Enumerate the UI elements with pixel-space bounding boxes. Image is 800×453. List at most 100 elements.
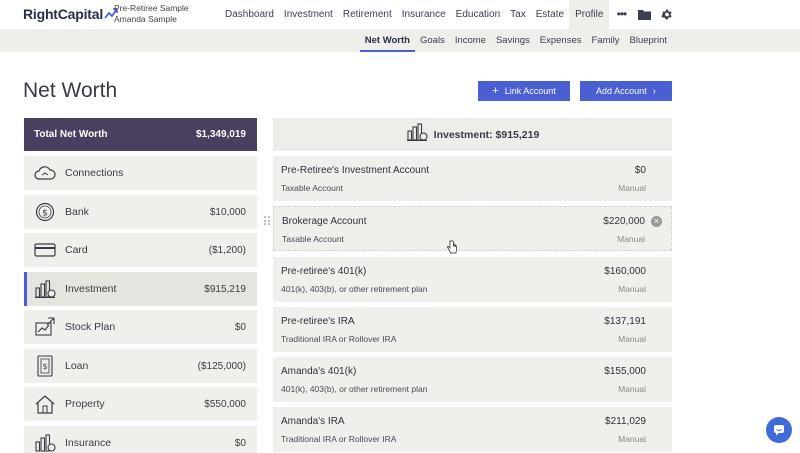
account-value: $137,191 (604, 316, 646, 327)
account-value: $0 (634, 165, 646, 176)
category-amount: ($1,200) (208, 244, 246, 256)
category-amount: $0 (234, 437, 246, 449)
dollar-coin-icon: $ (34, 201, 56, 223)
cloud-icon (34, 162, 56, 184)
category-connections[interactable]: Connections (24, 156, 257, 190)
total-net-worth-bar: Total Net Worth $1,349,019 (24, 118, 257, 151)
account-card[interactable]: Amanda's 401(k) 401(k), 403(b), or other… (273, 357, 672, 402)
account-type: Taxable Account (281, 183, 343, 193)
category-name: Loan (65, 360, 89, 372)
account-name: Brokerage Account (282, 216, 367, 227)
category-insurance[interactable]: Insurance $0 (24, 426, 257, 453)
account-value: $220,000 (603, 216, 645, 227)
category-loan[interactable]: $ Loan ($125,000) (24, 349, 257, 383)
insurance-icon (34, 432, 56, 453)
rightcapital-logo[interactable]: RightCapital (23, 6, 118, 22)
category-name: Insurance (65, 437, 112, 449)
category-amount: $550,000 (204, 398, 246, 410)
folder-icon (637, 10, 651, 20)
account-type: Traditional IRA or Rollover IRA (281, 434, 397, 444)
nav-retirement[interactable]: Retirement (338, 0, 397, 29)
account-source: Manual (618, 384, 646, 394)
nav-dashboard[interactable]: Dashboard (220, 0, 279, 29)
folder-button[interactable] (633, 0, 655, 29)
category-name: Bank (65, 206, 89, 218)
category-property[interactable]: Property $550,000 (24, 387, 257, 421)
nav-estate[interactable]: Estate (531, 0, 569, 29)
chevron-right-icon: › (652, 85, 656, 97)
category-amount: $0 (234, 321, 246, 333)
nav-tax[interactable]: Tax (505, 0, 531, 29)
account-card[interactable]: Pre-Retiree's Investment Account Taxable… (273, 156, 672, 201)
category-name: Connections (65, 167, 124, 179)
profile-subnav: Net Worth Goals Income Savings Expenses … (0, 29, 800, 52)
account-name: Amanda's 401(k) (281, 366, 357, 377)
account-source: Manual (618, 434, 646, 444)
category-card[interactable]: Card ($1,200) (24, 233, 257, 267)
investment-section-header: Investment: $915,219 (273, 118, 672, 151)
account-value: $155,000 (604, 366, 646, 377)
client-primary-name: Pre-Retiree Sample (114, 3, 189, 13)
category-bank[interactable]: $ Bank $10,000 (24, 195, 257, 229)
chat-support-button[interactable] (766, 417, 792, 443)
account-name: Pre-retiree's 401(k) (281, 266, 367, 277)
client-selector[interactable]: Pre-Retiree Sample Amanda Sample (114, 3, 189, 25)
tab-expenses[interactable]: Expenses (535, 29, 587, 52)
tab-savings[interactable]: Savings (491, 29, 535, 52)
category-name: Property (65, 398, 105, 410)
more-menu-button[interactable]: ••• (609, 0, 633, 29)
category-stock-plan[interactable]: Stock Plan $0 (24, 310, 257, 344)
tab-goals[interactable]: Goals (415, 29, 450, 52)
chat-bubble-icon (774, 425, 784, 436)
account-card[interactable]: Pre-retiree's 401(k) 401(k), 403(b), or … (273, 257, 672, 302)
remove-account-icon[interactable]: × (651, 216, 662, 227)
category-investment[interactable]: Investment $915,219 (24, 272, 257, 306)
investment-bars-icon (34, 278, 56, 300)
account-value: $160,000 (604, 266, 646, 277)
account-source: Manual (618, 284, 646, 294)
total-net-worth-value: $1,349,019 (195, 129, 246, 140)
total-net-worth-label: Total Net Worth (34, 129, 108, 140)
add-account-button[interactable]: Add Account › (580, 81, 672, 101)
plus-icon: + (492, 85, 499, 97)
tab-net-worth[interactable]: Net Worth (359, 29, 415, 52)
nav-investment[interactable]: Investment (279, 0, 338, 29)
account-card[interactable]: Amanda's IRA Traditional IRA or Rollover… (273, 407, 672, 452)
account-name: Pre-Retiree's Investment Account (281, 165, 430, 176)
svg-text:$: $ (42, 209, 48, 219)
page-title: Net Worth (23, 79, 118, 102)
drag-handle[interactable] (264, 216, 270, 226)
add-account-label: Add Account (596, 86, 647, 96)
main-nav: Dashboard Investment Retirement Insuranc… (220, 0, 677, 29)
account-name: Amanda's IRA (281, 416, 345, 427)
category-name: Investment (65, 283, 117, 295)
link-account-button[interactable]: + Link Account (478, 81, 570, 101)
category-amount: ($125,000) (197, 360, 246, 372)
account-card[interactable]: Brokerage Account Taxable Account $220,0… (273, 206, 672, 251)
category-name: Stock Plan (65, 321, 116, 333)
account-value: $211,029 (605, 416, 646, 427)
nav-profile[interactable]: Profile (569, 0, 610, 29)
category-amount: $10,000 (209, 206, 246, 218)
client-spouse-name: Amanda Sample (114, 14, 177, 24)
nav-insurance[interactable]: Insurance (397, 0, 451, 29)
account-card[interactable]: Pre-retiree's IRA Traditional IRA or Rol… (273, 307, 672, 352)
nav-education[interactable]: Education (451, 0, 505, 29)
svg-text:$: $ (42, 362, 47, 371)
account-type: Taxable Account (282, 234, 344, 244)
logo-text: RightCapital (23, 6, 104, 22)
house-icon (34, 393, 56, 415)
account-source: Manual (618, 183, 646, 193)
hand-pointer-cursor-icon (447, 240, 457, 254)
top-navigation-bar: RightCapital Pre-Retiree Sample Amanda S… (0, 0, 800, 29)
tab-blueprint[interactable]: Blueprint (625, 29, 673, 52)
category-amount: $915,219 (204, 283, 246, 295)
tab-income[interactable]: Income (450, 29, 491, 52)
tab-family[interactable]: Family (587, 29, 625, 52)
investment-header-title: Investment: $915,219 (433, 128, 540, 141)
account-type: Traditional IRA or Rollover IRA (281, 334, 397, 344)
settings-button[interactable] (655, 0, 677, 29)
loan-document-icon: $ (34, 355, 56, 377)
account-type: 401(k), 403(b), or other retirement plan (281, 384, 428, 394)
investment-bars-icon (406, 122, 428, 147)
